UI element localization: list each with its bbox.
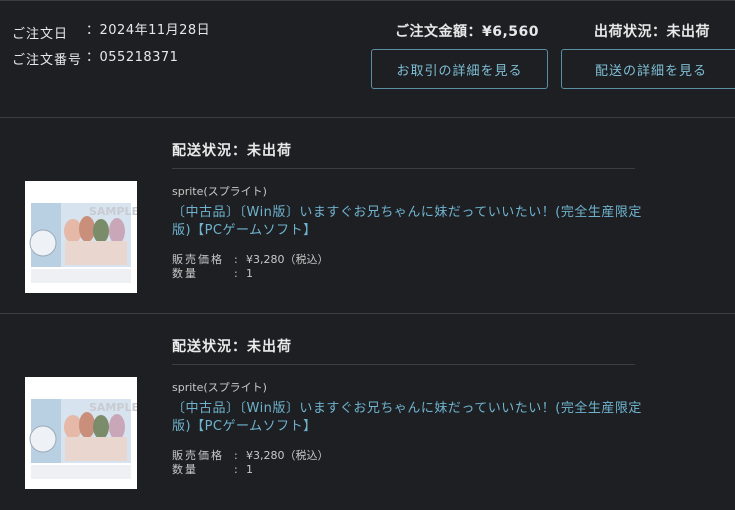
product-title-link[interactable]: 〔中古品〕〔Win版〕いますぐお兄ちゃんに妹だっていいたい！(完全生産限定版)【… — [172, 400, 642, 436]
order-number-label: ご注文番号 — [12, 53, 83, 68]
sample-watermark: SAMPLE — [89, 401, 137, 414]
sample-watermark: SAMPLE — [89, 205, 137, 218]
product-brand: sprite(スプライト) — [172, 381, 267, 394]
order-date-label: ご注文日 — [12, 27, 69, 42]
divider — [172, 168, 635, 169]
product-title-link[interactable]: 〔中古品〕〔Win版〕いますぐお兄ちゃんに妹だっていいたい！(完全生産限定版)【… — [172, 204, 642, 240]
order-item: 配送状況：未出荷 SAMPLE sprite(スプライト) 〔中古品〕〔Win版… — [0, 314, 735, 510]
shipping-status: 出荷状況：未出荷 — [594, 24, 710, 40]
product-image: SAMPLE — [25, 181, 137, 293]
order-total: ご注文金額：¥6,560 — [395, 24, 540, 40]
product-brand: sprite(スプライト) — [172, 185, 267, 198]
item-shipping-status: 配送状況：未出荷 — [172, 339, 292, 355]
price-value: ¥3,280（税込） — [246, 253, 329, 266]
quantity-label: 数量 — [172, 463, 198, 476]
order-date-value: ：2024年11月28日 — [86, 23, 211, 38]
transaction-details-button[interactable]: お取引の詳細を見る — [371, 49, 548, 89]
divider — [172, 364, 635, 365]
quantity-value: 1 — [246, 267, 253, 280]
product-image: SAMPLE — [25, 377, 137, 489]
price-value: ¥3,280（税込） — [246, 449, 329, 462]
quantity-label: 数量 — [172, 267, 198, 280]
order-header: ご注文日 ：2024年11月28日 ご注文番号 ：055218371 ご注文金額… — [0, 0, 735, 118]
order-number-value: ：055218371 — [86, 50, 179, 65]
quantity-value: 1 — [246, 463, 253, 476]
product-thumbnail[interactable]: SAMPLE — [25, 181, 137, 293]
product-thumbnail[interactable]: SAMPLE — [25, 377, 137, 489]
item-shipping-status: 配送状況：未出荷 — [172, 143, 292, 159]
quantity-row: 数量:1 — [172, 267, 253, 280]
quantity-row: 数量:1 — [172, 463, 253, 476]
shipping-details-button[interactable]: 配送の詳細を見る — [561, 49, 735, 89]
order-item: 配送状況：未出荷 SAMPLE sprite(スプライト) 〔中古品〕〔Win版… — [0, 118, 735, 314]
